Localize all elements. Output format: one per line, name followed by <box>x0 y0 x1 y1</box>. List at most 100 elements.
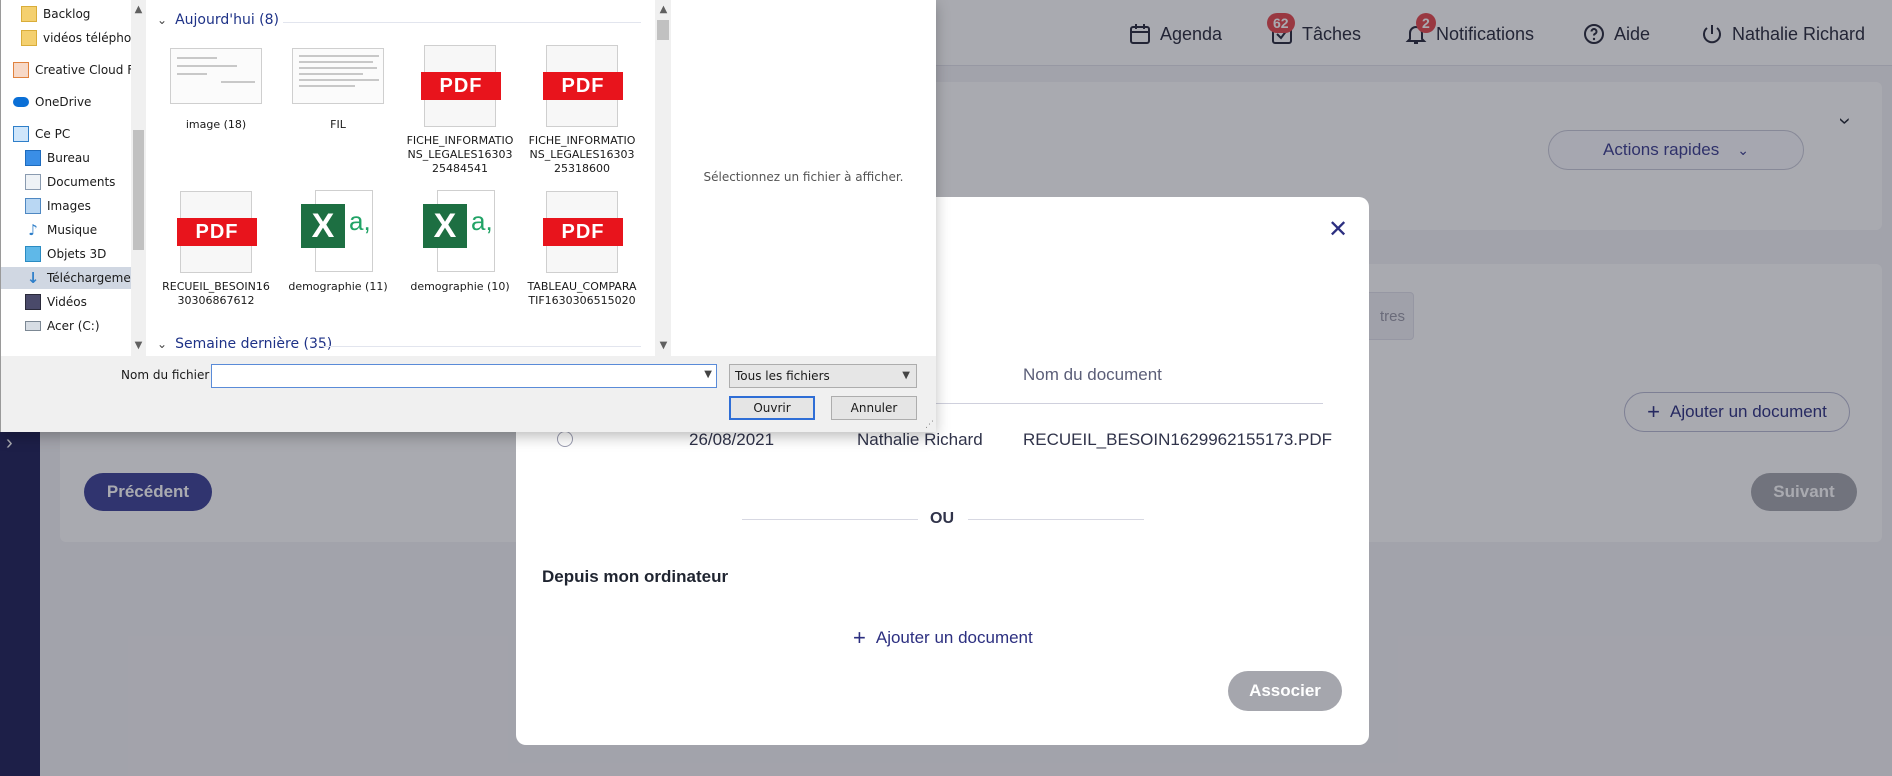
chevron-down-icon[interactable]: ▼ <box>704 369 712 380</box>
nav-item-documents[interactable]: Documents <box>25 171 115 193</box>
file-name: demographie (11) <box>288 280 388 293</box>
file-item[interactable]: FIL <box>283 44 393 132</box>
scrollbar-thumb[interactable] <box>133 130 144 250</box>
nav-item-label: Musique <box>47 223 98 237</box>
file-name: image (18) <box>185 118 247 131</box>
file-item[interactable]: Xa, demographie (10) <box>405 190 515 294</box>
from-computer-heading: Depuis mon ordinateur <box>542 567 729 586</box>
nav-item-videos[interactable]: Vidéos <box>25 291 87 313</box>
image-thumbnail <box>292 48 384 104</box>
nav-item-label: Téléchargements <box>47 271 131 285</box>
file-item[interactable]: Xa, demographie (11) <box>283 190 393 294</box>
file-name: FICHE_INFORMATIONS_LEGALES1630325484541 <box>406 134 514 175</box>
divider <box>968 519 1144 520</box>
nav-item-bureau[interactable]: Bureau <box>25 147 90 169</box>
file-item[interactable]: image (18) <box>161 44 271 132</box>
divider <box>742 519 918 520</box>
group-header-today[interactable]: ⌄ Aujourd'hui (8) <box>157 12 279 28</box>
chevron-down-icon: ▼ <box>902 370 910 381</box>
associate-button[interactable]: Associer <box>1228 671 1342 711</box>
images-icon <box>25 198 41 214</box>
document-radio[interactable] <box>557 431 573 447</box>
resize-grip-icon[interactable]: ⋰ <box>925 420 934 430</box>
file-item[interactable]: PDF TABLEAU_COMPARATIF1630306515020 <box>527 190 637 308</box>
open-button[interactable]: Ouvrir <box>729 396 815 420</box>
nav-item-label: Images <box>47 199 91 213</box>
pdf-file-icon: PDF <box>543 45 623 127</box>
excel-file-icon: Xa, <box>301 190 375 274</box>
nav-item-label: Objets 3D <box>47 247 107 261</box>
cancel-button[interactable]: Annuler <box>831 396 917 420</box>
nav-item-musique[interactable]: ♪ Musique <box>25 219 97 241</box>
file-name: demographie (10) <box>410 280 510 293</box>
nav-scrollbar[interactable]: ▲ ▼ <box>131 0 146 356</box>
drive-icon <box>25 321 41 331</box>
computer-icon <box>13 126 29 142</box>
documents-icon <box>25 174 41 190</box>
preview-pane: Sélectionnez un fichier à afficher. <box>671 0 936 356</box>
add-document-label: Ajouter un document <box>875 628 1033 647</box>
file-type-value: Tous les fichiers <box>735 369 830 383</box>
scrollbar-thumb[interactable] <box>657 20 669 40</box>
scroll-up-icon[interactable]: ▲ <box>656 2 671 17</box>
document-date: 26/08/2021 <box>689 430 775 449</box>
cube-icon <box>25 246 41 262</box>
nav-item-label: Creative Cloud Fil <box>35 63 131 77</box>
chevron-down-icon: ⌄ <box>157 13 168 27</box>
nav-item-label: Vidéos <box>47 295 87 309</box>
file-name: FICHE_INFORMATIONS_LEGALES1630325318600 <box>528 134 636 175</box>
scroll-down-icon[interactable]: ▼ <box>656 338 671 353</box>
filename-input[interactable] <box>212 365 692 387</box>
add-document-from-computer-button[interactable]: + Ajouter un document <box>853 625 1033 651</box>
nav-item-objets-3d[interactable]: Objets 3D <box>25 243 106 265</box>
folder-icon <box>21 6 37 22</box>
nav-item-telechargements[interactable]: ↓ Téléchargements <box>1 267 131 289</box>
file-type-select[interactable]: Tous les fichiers ▼ <box>729 364 917 388</box>
divider <box>283 22 641 23</box>
nav-item-acer-c[interactable]: Acer (C:) <box>25 315 100 337</box>
filename-combobox[interactable]: ▼ <box>211 364 717 388</box>
nav-item-ce-pc[interactable]: Ce PC <box>13 123 70 145</box>
nav-item-creative-cloud[interactable]: Creative Cloud Fil <box>13 59 131 81</box>
pdf-file-icon: PDF <box>177 191 257 273</box>
nav-item-backlog[interactable]: Backlog <box>21 3 90 25</box>
nav-item-label: Bureau <box>47 151 90 165</box>
download-icon: ↓ <box>26 269 40 287</box>
file-item[interactable]: PDF RECUEIL_BESOIN1630306867612 <box>161 190 271 308</box>
files-pane: ⌄ Aujourd'hui (8) image (18) FIL PDF FIC… <box>147 0 655 356</box>
document-name: RECUEIL_BESOIN1629962155173.PDF <box>1023 430 1333 449</box>
group-header-label: Aujourd'hui (8) <box>175 12 280 28</box>
file-item[interactable]: PDF FICHE_INFORMATIONS_LEGALES1630325484… <box>405 44 515 176</box>
plus-icon: + <box>853 625 866 650</box>
desktop-icon <box>25 150 41 166</box>
files-scrollbar[interactable]: ▲ ▼ <box>655 0 671 356</box>
preview-placeholder: Sélectionnez un fichier à afficher. <box>703 170 904 184</box>
group-header-label: Semaine dernière (35) <box>175 336 333 352</box>
nav-item-label: OneDrive <box>35 95 92 109</box>
pdf-file-icon: PDF <box>543 191 623 273</box>
nav-item-label: Documents <box>47 175 116 189</box>
close-icon[interactable]: ✕ <box>1328 215 1348 244</box>
document-author: Nathalie Richard <box>857 430 983 449</box>
file-item[interactable]: PDF FICHE_INFORMATIONS_LEGALES1630325318… <box>527 44 637 176</box>
file-name: FIL <box>330 118 346 131</box>
nav-item-label: vidéos téléphone <box>43 31 131 45</box>
navigation-pane: Backlog vidéos téléphone Creative Cloud … <box>1 0 131 356</box>
nav-item-label: Ce PC <box>35 127 71 141</box>
nav-item-videos-telephone[interactable]: vidéos téléphone <box>21 27 131 49</box>
nav-item-onedrive[interactable]: OneDrive <box>13 91 91 113</box>
chevron-down-icon: ⌄ <box>157 337 168 351</box>
onedrive-icon <box>13 97 29 107</box>
nav-item-label: Backlog <box>43 7 91 21</box>
file-open-dialog: Backlog vidéos téléphone Creative Cloud … <box>0 0 936 432</box>
column-header-document-name: Nom du document <box>1023 365 1162 384</box>
creative-cloud-icon <box>13 62 29 78</box>
image-thumbnail <box>170 48 262 104</box>
scroll-down-icon[interactable]: ▼ <box>131 338 146 353</box>
group-header-last-week[interactable]: ⌄ Semaine dernière (35) <box>157 336 332 352</box>
divider <box>323 346 641 347</box>
music-icon: ♪ <box>28 221 38 239</box>
scroll-up-icon[interactable]: ▲ <box>131 2 146 17</box>
pdf-file-icon: PDF <box>421 45 501 127</box>
nav-item-images[interactable]: Images <box>25 195 91 217</box>
